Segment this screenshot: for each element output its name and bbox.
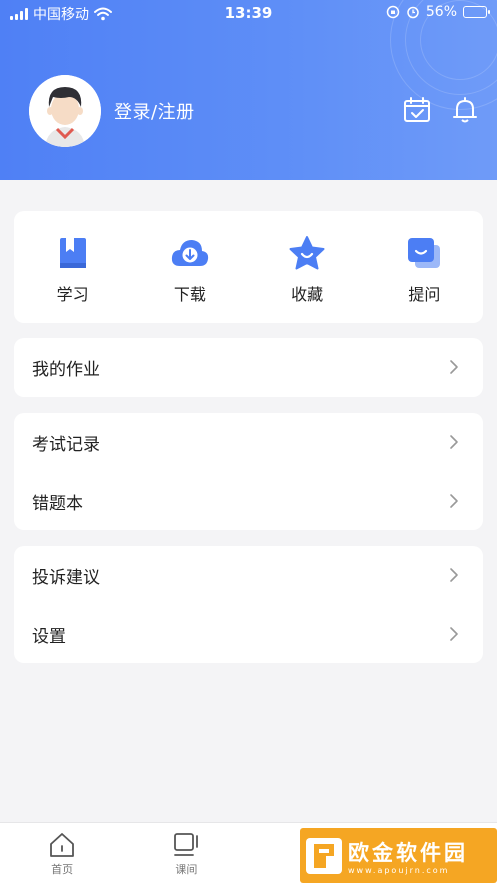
cloud-download-icon [170, 233, 210, 273]
quick-actions-card: 学习 下载 收藏 提问 [14, 211, 483, 323]
home-icon [50, 833, 75, 857]
menu-item-label: 设置 [32, 627, 66, 647]
menu-item-wrong-questions[interactable]: 错题本 [14, 472, 483, 531]
status-bar: 中国移动 13:39 56% [0, 0, 497, 26]
menu-item-label: 考试记录 [32, 435, 100, 455]
menu-item-feedback[interactable]: 投诉建议 [14, 546, 483, 605]
avatar[interactable] [29, 75, 101, 147]
bell-icon[interactable] [450, 95, 480, 125]
quick-action-label: 下载 [173, 285, 206, 304]
chevron-right-icon [450, 627, 458, 641]
login-register-link[interactable]: 登录/注册 [114, 98, 195, 124]
tab-label: 课间 [175, 863, 198, 876]
menu-card-exams: 考试记录 错题本 [14, 413, 483, 530]
watermark-badge: 欧金软件园 www.apoujrn.com [300, 828, 497, 883]
orientation-lock-icon [386, 5, 400, 19]
quick-action-ask[interactable]: 提问 [366, 211, 483, 323]
watermark-url: www.apoujrn.com [348, 865, 450, 875]
quick-action-label: 收藏 [291, 285, 324, 304]
quick-action-study[interactable]: 学习 [14, 211, 131, 323]
star-icon [287, 233, 327, 273]
chevron-right-icon [450, 435, 458, 449]
quick-action-favorites[interactable]: 收藏 [249, 211, 366, 323]
watermark-logo-icon [306, 837, 342, 874]
menu-item-exam-records[interactable]: 考试记录 [14, 413, 483, 472]
alarm-icon [407, 6, 419, 19]
tab-label: 首页 [51, 863, 74, 876]
menu-card-other: 投诉建议 设置 [14, 546, 483, 663]
menu-item-settings[interactable]: 设置 [14, 605, 483, 664]
battery-icon [463, 6, 490, 18]
watermark-text: 欧金软件园 [348, 840, 468, 865]
chevron-right-icon [450, 494, 458, 508]
avatar-image [29, 75, 101, 147]
video-class-icon [174, 833, 199, 856]
chevron-right-icon [450, 360, 458, 374]
menu-card-homework: 我的作业 [14, 338, 483, 397]
quick-action-label: 提问 [408, 285, 441, 304]
menu-item-label: 错题本 [32, 494, 83, 514]
tab-home[interactable]: 首页 [0, 823, 124, 883]
calendar-check-icon[interactable] [402, 95, 432, 125]
menu-item-homework[interactable]: 我的作业 [14, 338, 483, 397]
question-chat-icon [404, 233, 444, 273]
quick-action-label: 学习 [56, 285, 89, 304]
menu-item-label: 我的作业 [32, 360, 100, 380]
tab-courses[interactable]: 课间 [124, 823, 248, 883]
chevron-right-icon [450, 568, 458, 582]
profile-header: 中国移动 13:39 56% 登录/注册 [0, 0, 497, 180]
battery-percent: 56% [425, 4, 457, 20]
quick-action-download[interactable]: 下载 [131, 211, 248, 323]
menu-item-label: 投诉建议 [32, 568, 100, 588]
book-icon [53, 233, 93, 273]
